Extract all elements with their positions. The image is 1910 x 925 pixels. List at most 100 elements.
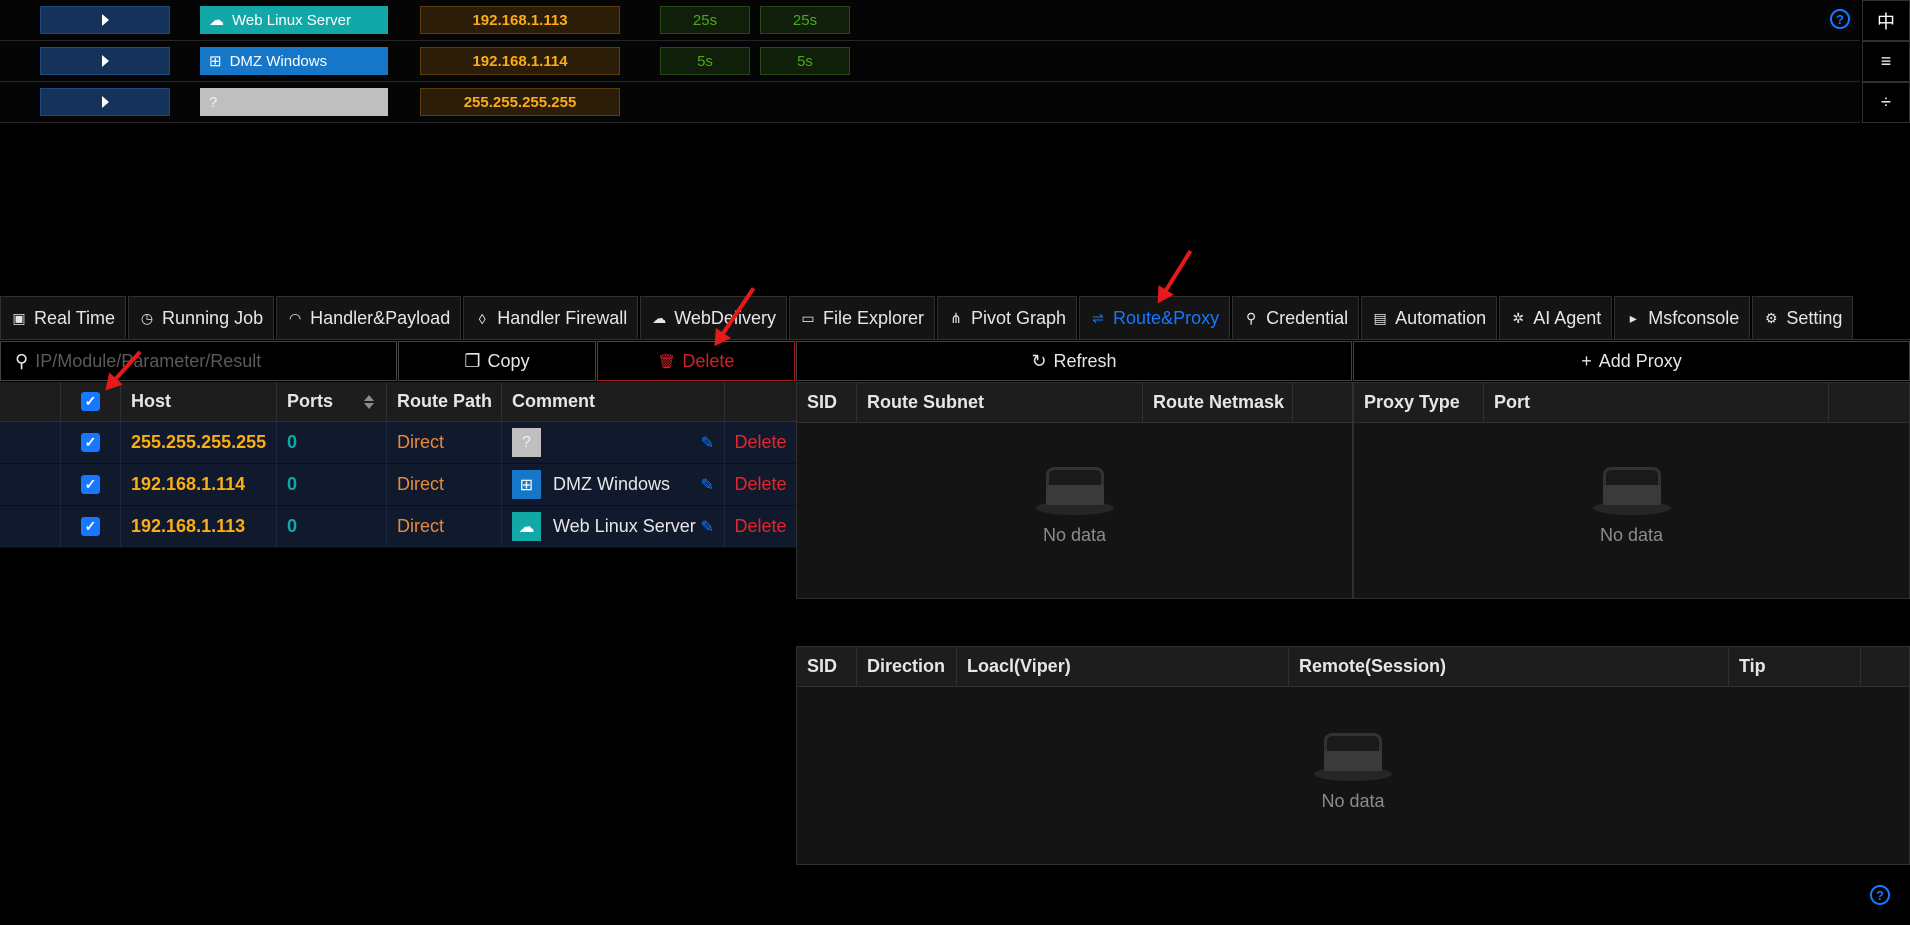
delete-button[interactable]: 🗑 Delete (597, 341, 795, 381)
copy-button[interactable]: ❐ Copy (398, 341, 596, 381)
table-header: Proxy Type Port (1354, 383, 1909, 423)
ip-tag[interactable]: 255.255.255.255 (420, 88, 620, 116)
cloud-upload-icon: ☁ (652, 310, 667, 326)
tab-handler-payload[interactable]: ◠ Handler&Payload (276, 296, 462, 340)
tab-route-proxy[interactable]: ⇌ Route&Proxy (1079, 296, 1231, 340)
tab-pivot-graph[interactable]: ⋔ Pivot Graph (936, 296, 1078, 340)
host-label: Web Linux Server (232, 11, 351, 29)
row-checkbox[interactable]: ✓ (61, 464, 121, 505)
question-icon: ? (209, 93, 218, 111)
delete-link[interactable]: Delete (725, 422, 796, 463)
ports-cell: 0 (277, 422, 387, 463)
edit-icon[interactable]: ✎ (701, 433, 714, 453)
ip-tag[interactable]: 192.168.1.113 (420, 6, 620, 34)
column-action (1861, 647, 1909, 686)
tab-label: Automation (1395, 308, 1487, 328)
split-icon[interactable]: ÷ (1862, 82, 1910, 123)
play-icon (101, 14, 109, 26)
language-button[interactable]: 中 (1862, 0, 1910, 41)
session-expand-button[interactable] (40, 47, 170, 75)
host-cell: 192.168.1.114 (121, 464, 277, 505)
empty-text: No data (1599, 525, 1664, 545)
sort-icon[interactable] (364, 394, 374, 409)
column-tip: Tip (1729, 647, 1861, 686)
search-icon: ⚲ (15, 350, 29, 371)
robot-icon: ▤ (1373, 310, 1387, 326)
expand-cell (0, 422, 61, 463)
row-checkbox[interactable]: ✓ (61, 422, 121, 463)
fire-icon: ◊ (478, 310, 486, 327)
route-cell: Direct (387, 464, 502, 505)
question-icon: ? (512, 428, 541, 457)
cloud-icon: ☁ (512, 512, 541, 541)
tab-label: File Explorer (822, 308, 924, 328)
search-input[interactable] (35, 350, 396, 372)
host-tag[interactable]: ⊞ DMZ Windows (200, 47, 388, 75)
session-row: ☁ Web Linux Server 192.168.1.113 25s 25s (0, 0, 1860, 41)
column-ports-label: Ports (287, 391, 334, 411)
empty-inbox-icon (1035, 463, 1114, 515)
tab-divider (0, 339, 1910, 340)
heartbeat-tag: 5s (760, 47, 850, 75)
column-local: Loacl(Viper) (957, 647, 1289, 686)
table-row[interactable]: ✓ 192.168.1.113 0 Direct ☁ Web Linux Serv… (0, 506, 796, 548)
host-tag[interactable]: ☁ Web Linux Server (200, 6, 388, 34)
ports-cell: 0 (277, 506, 387, 547)
ip-tag[interactable]: 192.168.1.114 (420, 47, 620, 75)
trash-icon: 🗑 (657, 352, 676, 369)
delete-link[interactable]: Delete (725, 506, 796, 547)
align-icon[interactable]: ≡ (1862, 41, 1910, 82)
gear-icon: ⚙ (1765, 310, 1778, 326)
tab-automation[interactable]: ▤ Automation (1361, 296, 1498, 340)
tab-ai-agent[interactable]: ✲ AI Agent (1499, 296, 1613, 340)
empty-inbox-icon (1592, 463, 1671, 515)
route-cell: Direct (387, 506, 502, 547)
tab-handler-firewall[interactable]: ◊ Handler Firewall (463, 296, 639, 340)
help-icon[interactable]: ? (1830, 9, 1850, 29)
proxy-table: Proxy Type Port No data (1353, 382, 1910, 599)
play-icon (101, 96, 109, 108)
tab-file-explorer[interactable]: ▭ File Explorer (788, 296, 935, 340)
key-icon: ⚲ (1245, 310, 1257, 326)
help-icon[interactable]: ? (1870, 885, 1890, 905)
session-expand-button[interactable] (40, 88, 170, 116)
comment-text: DMZ Windows (553, 474, 671, 494)
delete-link[interactable]: Delete (725, 464, 796, 505)
check-icon: ✓ (81, 392, 100, 411)
tab-running-job[interactable]: ◷ Running Job (128, 296, 275, 340)
host-cell: 255.255.255.255 (121, 422, 277, 463)
search-box[interactable]: ⚲ (0, 341, 397, 381)
table-row[interactable]: ✓ 255.255.255.255 0 Direct ? ✎ Delete (0, 422, 796, 464)
refresh-button[interactable]: ↻ Refresh (796, 341, 1352, 381)
column-proxy-type: Proxy Type (1354, 383, 1484, 422)
host-label: DMZ Windows (229, 52, 328, 70)
table-row[interactable]: ✓ 192.168.1.114 0 Direct ⊞ DMZ Windows ✎ D… (0, 464, 796, 506)
heartbeat-tag: 25s (660, 6, 750, 34)
tab-setting[interactable]: ⚙ Setting (1752, 296, 1854, 340)
tab-label: Msfconsole (1648, 308, 1740, 328)
heartbeat-tag: 25s (760, 6, 850, 34)
column-ports[interactable]: Ports (277, 382, 387, 421)
host-tag[interactable]: ? (200, 88, 388, 116)
play-icon (101, 55, 109, 67)
comment-cell: ? ✎ (502, 422, 725, 463)
route-icon: ⇌ (1092, 310, 1104, 326)
session-expand-button[interactable] (40, 6, 170, 34)
tab-msfconsole[interactable]: ▸ Msfconsole (1614, 296, 1751, 340)
column-action (1293, 383, 1352, 422)
column-port: Port (1484, 383, 1829, 422)
tab-real-time[interactable]: ▣ Real Time (0, 296, 127, 340)
comment-cell: ⊞ DMZ Windows ✎ (502, 464, 725, 505)
column-comment: Comment (502, 382, 725, 421)
tab-credential[interactable]: ⚲ Credential (1232, 296, 1360, 340)
add-proxy-button[interactable]: + Add Proxy (1353, 341, 1910, 381)
copy-icon: ❐ (464, 350, 481, 371)
edit-icon[interactable]: ✎ (701, 517, 714, 537)
table-header: SID Route Subnet Route Netmask (797, 383, 1352, 423)
column-route-subnet: Route Subnet (857, 383, 1143, 422)
row-checkbox[interactable]: ✓ (61, 506, 121, 547)
edit-icon[interactable]: ✎ (701, 475, 714, 495)
session-row: ⊞ DMZ Windows 192.168.1.114 5s 5s (0, 41, 1860, 82)
column-route-path: Route Path (387, 382, 502, 421)
expand-cell (0, 464, 61, 505)
